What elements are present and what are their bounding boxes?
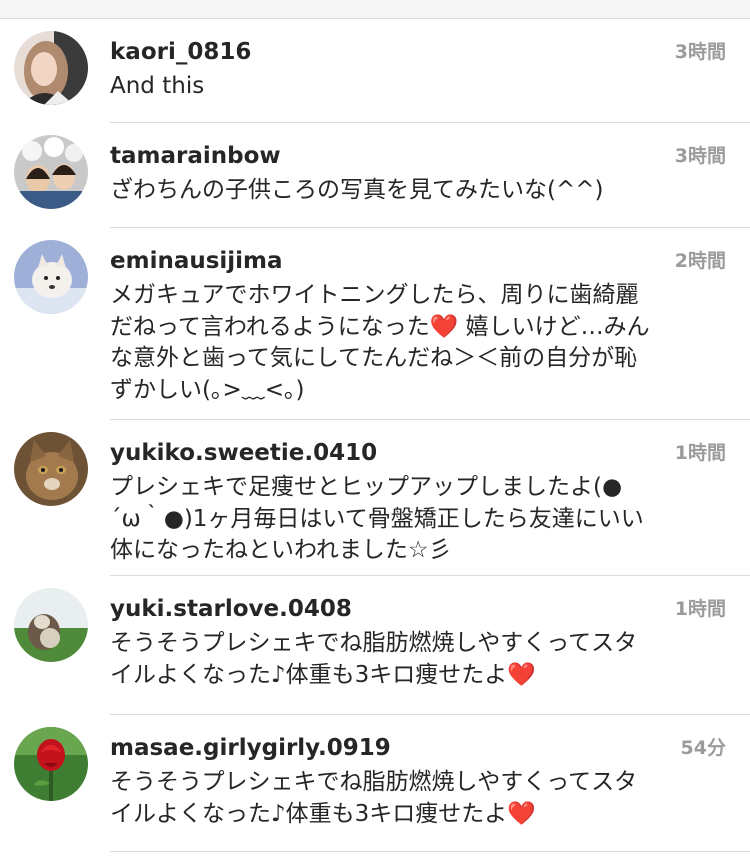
comment-item: yuki.starlove.0408 1時間 そうそうプレシェキでね脂肪燃焼しや… (14, 575, 750, 714)
comment-item: tamarainbow 3時間 ざわちんの子供ころの写真を見てみたいな(^^) (14, 122, 750, 227)
woman-portrait-avatar[interactable] (14, 31, 88, 105)
top-bar (0, 0, 750, 19)
comment-text: ざわちんの子供ころの写真を見てみたいな(^^) (110, 175, 728, 207)
comment-text-line: そうそうプレシェキでね脂肪燃焼しやすくってスタ (110, 630, 638, 656)
comment-text-line: メガキュアでホワイトニングしたら、周りに歯綺麗 (110, 282, 639, 308)
red-rose-avatar[interactable] (14, 727, 88, 801)
animal-grass-avatar[interactable] (14, 588, 88, 662)
comment-timestamp: 1時間 (674, 598, 726, 620)
comment-timestamp: 2時間 (674, 250, 726, 272)
comment-text-line: 体になったねといわれました☆彡 (110, 537, 452, 563)
comment-username[interactable]: yukiko.sweetie.0410 (110, 438, 377, 468)
comment-item: masae.girlygirly.0919 54分 そうそうプレシェキでね脂肪燃… (14, 714, 750, 852)
comment-text: メガキュアでホワイトニングしたら、周りに歯綺麗 だねって言われるようになった❤️… (110, 280, 728, 406)
comment-username[interactable]: masae.girlygirly.0919 (110, 733, 391, 763)
comment-text-line: イルよくなった♪体重も3キロ痩せたよ❤️ (110, 661, 536, 688)
comment-item: kaori_0816 3時間 And this (0, 19, 750, 122)
cat-avatar[interactable] (14, 432, 88, 506)
comment-text-line: ずかしい(｡>﹏<｡) (110, 376, 305, 403)
comment-text-line: ざわちんの子供ころの写真を見てみたいな(^^) (110, 177, 604, 203)
comment-timestamp: 3時間 (674, 41, 726, 63)
comment-item: yukiko.sweetie.0410 1時間 プレシェキで足痩せとヒップアップ… (14, 419, 750, 575)
comment-username[interactable]: tamarainbow (110, 141, 281, 171)
comment-text-line: ´ω｀●)1ヶ月毎日はいて骨盤矯正したら友達にいい (110, 505, 644, 532)
comment-username[interactable]: kaori_0816 (110, 37, 251, 67)
comment-text-line: だねって言われるようになった❤️ 嬉しいけど…みん (110, 313, 650, 340)
comment-text-line: な意外と歯って気にしてたんだね＞＜前の自分が恥 (110, 345, 638, 371)
white-dog-avatar[interactable] (14, 240, 88, 314)
comment-timestamp: 1時間 (674, 442, 726, 464)
comment-item: eminausijima 2時間 メガキュアでホワイトニングしたら、周りに歯綺麗… (14, 227, 750, 419)
comment-text-line: イルよくなった♪体重も3キロ痩せたよ❤️ (110, 800, 536, 827)
comment-text: そうそうプレシェキでね脂肪燃焼しやすくってスタ イルよくなった♪体重も3キロ痩せ… (110, 628, 728, 691)
comment-text: プレシェキで足痩せとヒップアップしましたよ(● ´ω｀●)1ヶ月毎日はいて骨盤矯… (110, 472, 728, 567)
comment-text: そうそうプレシェキでね脂肪燃焼しやすくってスタ イルよくなった♪体重も3キロ痩せ… (110, 767, 728, 830)
comment-timestamp: 54分 (680, 737, 726, 759)
group-photo-avatar[interactable] (14, 135, 88, 209)
comment-text: And this (110, 71, 728, 103)
comment-username[interactable]: yuki.starlove.0408 (110, 594, 352, 624)
comment-list: kaori_0816 3時間 And this tamarainbow 3時間 … (0, 19, 750, 852)
comment-text-line: そうそうプレシェキでね脂肪燃焼しやすくってスタ (110, 769, 638, 795)
comment-text-line: And this (110, 73, 205, 99)
comment-timestamp: 3時間 (674, 145, 726, 167)
comment-text-line: プレシェキで足痩せとヒップアップしましたよ(● (110, 474, 623, 500)
comment-username[interactable]: eminausijima (110, 246, 283, 276)
